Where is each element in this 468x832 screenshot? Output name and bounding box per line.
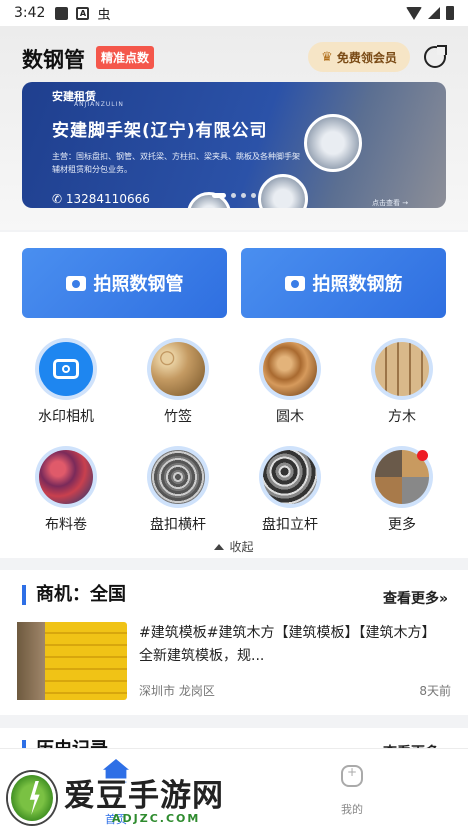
business-item-image[interactable] xyxy=(17,622,127,700)
status-time: 3:42 xyxy=(14,5,46,21)
vertical-rod-icon xyxy=(263,450,317,504)
lightning-logo-icon xyxy=(8,772,56,824)
banner-coupler-image xyxy=(304,114,362,172)
status-bar: 3:42 A 虫 xyxy=(0,0,468,26)
grid-item-vertical-rod[interactable]: 盘扣立杆 xyxy=(240,446,340,534)
business-item-text[interactable]: #建筑模板#建筑木方【建筑模板】【建筑木方】全新建筑模板，规... xyxy=(139,622,449,668)
grid-label: 盘扣横杆 xyxy=(150,517,206,533)
watermark-url: ADJZC.COM xyxy=(112,812,201,825)
grid-label: 方木 xyxy=(388,409,416,425)
horizontal-rod-icon xyxy=(151,450,205,504)
business-section: 商机：全国 查看更多» #建筑模板#建筑木方【建筑模板】【建筑木方】全新建筑模板… xyxy=(0,570,468,715)
grid-label: 盘扣立杆 xyxy=(262,517,318,533)
business-item-location: 深圳市 龙岗区 xyxy=(139,684,215,698)
chevron-up-icon xyxy=(214,544,225,550)
banner-phone: ✆ 13284110666 xyxy=(52,192,150,206)
banner-company: 安建脚手架(辽宁)有限公司 xyxy=(52,121,268,141)
banner-dot xyxy=(251,193,256,198)
function-panel: 拍照数钢管 拍照数钢筋 水印相机 竹签 圆木 方木 布料卷 盘扣横杆 盘扣立杆 … xyxy=(0,232,468,558)
banner-description: 主营：国标盘扣、钢管、双托梁、方柱扣、梁夹具、跳板及各种脚手架辅材租赁和分包业务… xyxy=(52,152,300,174)
grid-label: 水印相机 xyxy=(38,409,94,425)
new-badge-dot xyxy=(417,450,428,461)
signal-icon xyxy=(428,7,440,19)
count-rebar-label: 拍照数钢筋 xyxy=(312,274,403,295)
business-item-time: 8天前 xyxy=(419,684,451,698)
grid-item-watermark-camera[interactable]: 水印相机 xyxy=(16,338,116,426)
grid-item-square-timber[interactable]: 方木 xyxy=(352,338,452,426)
count-pipe-label: 拍照数钢管 xyxy=(93,274,184,295)
watermark-brand: 爱豆手游网 xyxy=(64,778,224,814)
grid-label: 更多 xyxy=(388,517,416,533)
crown-icon: ♛ xyxy=(321,49,333,65)
fabric-roll-icon xyxy=(39,450,93,504)
square-timber-icon xyxy=(375,342,429,396)
grid-item-bamboo[interactable]: 竹签 xyxy=(128,338,228,426)
wifi-icon xyxy=(406,6,422,20)
free-vip-label: 免费领会员 xyxy=(336,50,397,65)
camera-icon xyxy=(39,342,93,396)
notification-icon xyxy=(55,6,69,20)
banner-more-link[interactable]: 点击查看 → xyxy=(372,198,408,208)
count-rebar-button[interactable]: 拍照数钢筋 xyxy=(241,248,446,318)
banner-dot xyxy=(212,193,226,198)
count-pipe-button[interactable]: 拍照数钢管 xyxy=(22,248,227,318)
tab-mine-label: 我的 xyxy=(341,803,363,816)
battery-icon xyxy=(446,6,454,20)
banner-clamp-image xyxy=(258,174,308,208)
business-title: 商机：全国 xyxy=(22,585,126,605)
grid-label: 布料卷 xyxy=(45,517,87,533)
profile-icon xyxy=(341,765,363,787)
a-icon: A xyxy=(76,6,90,20)
bug-icon: 虫 xyxy=(97,7,111,23)
camera-icon xyxy=(65,275,86,291)
grid-item-more[interactable]: 更多 xyxy=(352,446,452,534)
banner-dot xyxy=(241,193,246,198)
grid-label: 竹签 xyxy=(164,409,192,425)
log-icon xyxy=(263,342,317,396)
grid-item-round-log[interactable]: 圆木 xyxy=(240,338,340,426)
precise-count-badge: 精准点数 xyxy=(96,46,155,69)
collapse-label: 收起 xyxy=(229,540,254,554)
banner-logo-sub: ANJIANZULIN xyxy=(74,101,124,108)
site-watermark: 爱豆手游网 ADJZC.COM xyxy=(8,768,248,830)
grid-item-fabric-roll[interactable]: 布料卷 xyxy=(16,446,116,534)
tab-mine[interactable]: 我的 xyxy=(322,765,382,817)
grid-item-horizontal-rod[interactable]: 盘扣横杆 xyxy=(128,446,228,534)
collapse-toggle[interactable]: 收起 xyxy=(0,538,468,555)
grid-label: 圆木 xyxy=(276,409,304,425)
camera-icon xyxy=(284,275,305,291)
page-title: 数钢管 xyxy=(22,48,85,72)
bamboo-icon xyxy=(151,342,205,396)
banner-phone-number: 13284110666 xyxy=(65,192,150,206)
banner-dot xyxy=(231,193,236,198)
business-see-more-link[interactable]: 查看更多» xyxy=(383,588,448,608)
share-icon[interactable] xyxy=(424,45,447,68)
free-vip-button[interactable]: ♛ 免费领会员 xyxy=(308,42,410,72)
banner-pagination xyxy=(212,193,256,198)
ad-banner[interactable]: 安建租赁 ANJIANZULIN 安建脚手架(辽宁)有限公司 主营：国标盘扣、钢… xyxy=(22,82,446,208)
